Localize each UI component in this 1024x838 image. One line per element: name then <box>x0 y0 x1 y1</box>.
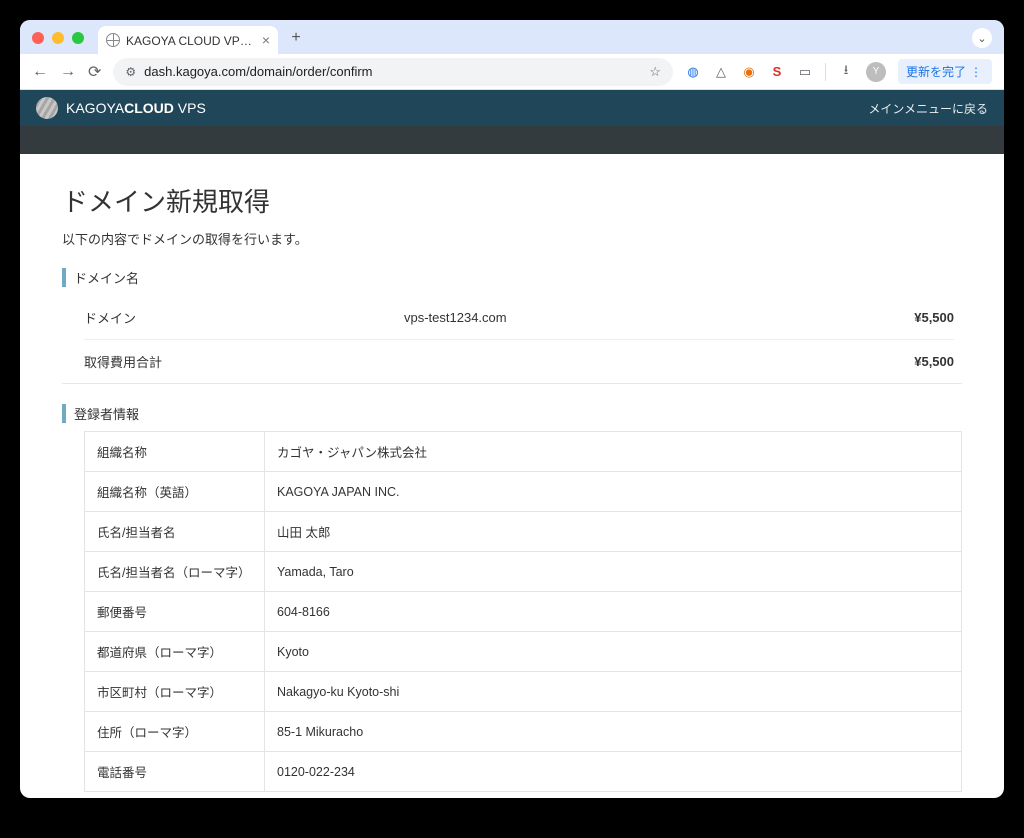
table-row: 都道府県（ローマ字）Kyoto <box>85 632 962 672</box>
logo-icon <box>36 97 58 119</box>
row-label: 組織名称 <box>85 432 265 472</box>
row-value: 604-8166 <box>265 592 962 632</box>
browser-toolbar: ← → ⟳ ⚙ dash.kagoya.com/domain/order/con… <box>20 54 1004 90</box>
page-lead: 以下の内容でドメインの取得を行います。 <box>62 229 962 248</box>
total-price: ¥5,500 <box>864 354 954 369</box>
tabs-menu-icon[interactable]: ⌄ <box>972 28 992 48</box>
back-icon[interactable]: ← <box>32 63 48 81</box>
table-row: 市区町村（ローマ字）Nakagyo-ku Kyoto-shi <box>85 672 962 712</box>
extension-icon[interactable]: ◍ <box>685 64 701 80</box>
table-row: 組織名称カゴヤ・ジャパン株式会社 <box>85 432 962 472</box>
row-value: Kyoto <box>265 632 962 672</box>
extension-icon[interactable]: △ <box>713 64 729 80</box>
registrant-table: 組織名称カゴヤ・ジャパン株式会社組織名称（英語）KAGOYA JAPAN INC… <box>84 431 962 792</box>
reload-icon[interactable]: ⟳ <box>88 62 101 82</box>
forward-icon[interactable]: → <box>60 63 76 81</box>
domain-label: ドメイン <box>84 308 404 327</box>
downloads-icon[interactable]: ⭳ <box>838 64 854 80</box>
section-domain-name: ドメイン名 <box>62 268 962 287</box>
row-label: 市区町村（ローマ字） <box>85 672 265 712</box>
update-label: 更新を完了 <box>906 63 966 80</box>
domain-value: vps-test1234.com <box>404 310 864 325</box>
extensions-row: ◍ △ ◉ S ▭ ⭳ Y 更新を完了 ⋮ <box>685 59 992 84</box>
extension-icon[interactable]: ◉ <box>741 64 757 80</box>
row-value: 85-1 Mikuracho <box>265 712 962 752</box>
domain-total-row: 取得費用合計 ¥5,500 <box>84 339 954 383</box>
table-row: 氏名/担当者名（ローマ字）Yamada, Taro <box>85 552 962 592</box>
tab-title: KAGOYA CLOUD VPS コントロ <box>126 32 256 49</box>
row-value: Yamada, Taro <box>265 552 962 592</box>
row-value: Nakagyo-ku Kyoto-shi <box>265 672 962 712</box>
address-bar[interactable]: ⚙ dash.kagoya.com/domain/order/confirm ☆ <box>113 58 673 86</box>
row-label: 電話番号 <box>85 752 265 792</box>
domain-price: ¥5,500 <box>864 310 954 325</box>
row-value: 山田 太郎 <box>265 512 962 552</box>
extension-icon[interactable]: ▭ <box>797 64 813 80</box>
back-to-main-link[interactable]: メインメニューに戻る <box>868 100 988 117</box>
table-row: 組織名称（英語）KAGOYA JAPAN INC. <box>85 472 962 512</box>
site-info-icon[interactable]: ⚙ <box>125 65 136 79</box>
traffic-lights <box>32 32 84 54</box>
row-value: 0120-022-234 <box>265 752 962 792</box>
row-label: 住所（ローマ字） <box>85 712 265 752</box>
browser-tabbar: KAGOYA CLOUD VPS コントロ × + ⌄ <box>20 20 1004 54</box>
new-tab-button[interactable]: + <box>284 26 308 50</box>
window-frame: KAGOYA CLOUD VPS コントロ × + ⌄ ← → ⟳ ⚙ dash… <box>0 0 1024 838</box>
row-label: 組織名称（英語） <box>85 472 265 512</box>
brand-text: KAGOYACLOUD VPS <box>66 100 206 116</box>
page-title: ドメイン新規取得 <box>62 182 962 219</box>
brand-logo[interactable]: KAGOYACLOUD VPS <box>36 97 206 119</box>
browser-tab[interactable]: KAGOYA CLOUD VPS コントロ × <box>98 26 278 54</box>
table-row: 電話番号0120-022-234 <box>85 752 962 792</box>
globe-icon <box>106 33 120 47</box>
update-button[interactable]: 更新を完了 ⋮ <box>898 59 992 84</box>
domain-row: ドメイン vps-test1234.com ¥5,500 <box>84 295 954 339</box>
row-label: 氏名/担当者名（ローマ字） <box>85 552 265 592</box>
row-value: カゴヤ・ジャパン株式会社 <box>265 432 962 472</box>
profile-avatar[interactable]: Y <box>866 62 886 82</box>
row-label: 氏名/担当者名 <box>85 512 265 552</box>
row-value: KAGOYA JAPAN INC. <box>265 472 962 512</box>
close-tab-icon[interactable]: × <box>262 32 270 48</box>
content-scroll[interactable]: ドメイン新規取得 以下の内容でドメインの取得を行います。 ドメイン名 ドメイン … <box>20 154 1004 798</box>
row-label: 都道府県（ローマ字） <box>85 632 265 672</box>
table-row: 氏名/担当者名山田 太郎 <box>85 512 962 552</box>
row-label: 郵便番号 <box>85 592 265 632</box>
minimize-window-icon[interactable] <box>52 32 64 44</box>
table-row: 郵便番号604-8166 <box>85 592 962 632</box>
extension-icon[interactable]: S <box>769 64 785 80</box>
total-label: 取得費用合計 <box>84 352 404 371</box>
divider <box>825 63 826 81</box>
app-header: KAGOYACLOUD VPS メインメニューに戻る <box>20 90 1004 126</box>
content: ドメイン新規取得 以下の内容でドメインの取得を行います。 ドメイン名 ドメイン … <box>20 154 1004 798</box>
maximize-window-icon[interactable] <box>72 32 84 44</box>
app-subheader <box>20 126 1004 154</box>
close-window-icon[interactable] <box>32 32 44 44</box>
bookmark-star-icon[interactable]: ☆ <box>649 64 661 80</box>
menu-icon[interactable]: ⋮ <box>970 65 984 79</box>
browser-chrome: KAGOYA CLOUD VPS コントロ × + ⌄ ← → ⟳ ⚙ dash… <box>20 20 1004 798</box>
table-row: 住所（ローマ字）85-1 Mikuracho <box>85 712 962 752</box>
domain-summary: ドメイン vps-test1234.com ¥5,500 取得費用合計 ¥5,5… <box>62 295 962 384</box>
url-text: dash.kagoya.com/domain/order/confirm <box>144 64 372 79</box>
section-registrant: 登録者情報 <box>62 404 962 423</box>
